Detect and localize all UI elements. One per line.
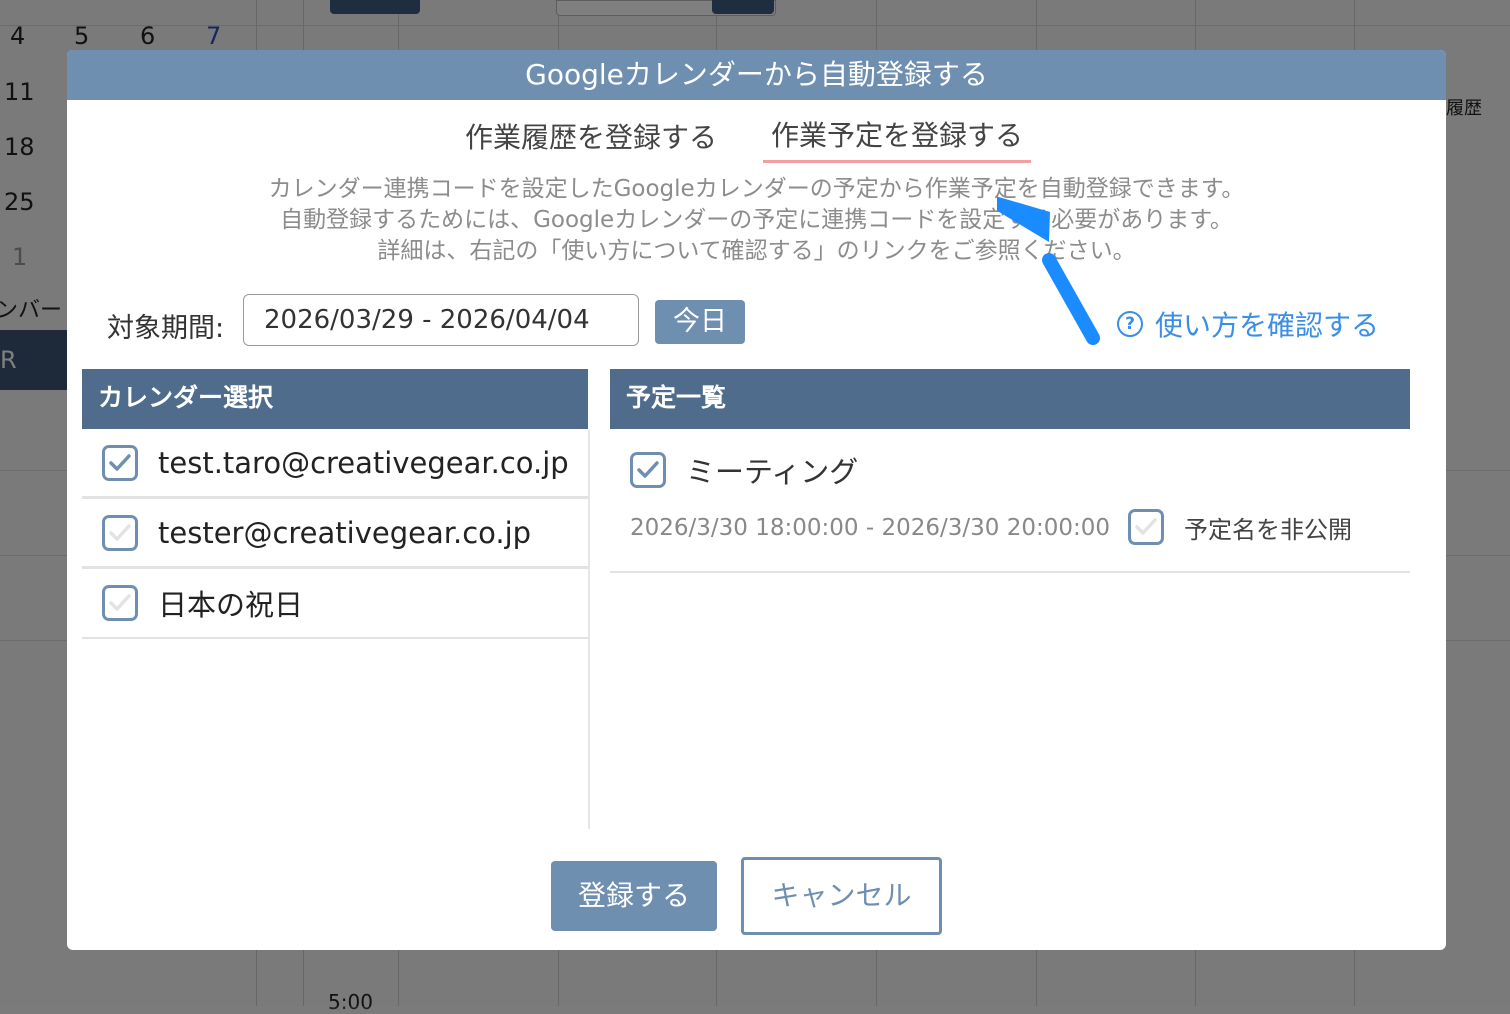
check-icon	[109, 453, 131, 471]
event-title-row[interactable]: ミーティング	[630, 449, 858, 491]
check-icon	[1135, 518, 1157, 535]
annotation-arrow-icon	[997, 196, 1100, 345]
private-label: 予定名を非公開	[1184, 515, 1352, 544]
register-button[interactable]: 登録する	[551, 861, 717, 931]
description-line: カレンダー連携コードを設定したGoogleカレンダーの予定から作業予定を自動登録…	[268, 176, 1245, 202]
private-checkbox-unchecked[interactable]	[1128, 509, 1164, 545]
description-line: 自動登録するためには、Googleカレンダーの予定に連携コードを設定する必要があ…	[280, 207, 1233, 233]
calendar-item[interactable]: test.taro@creativegear.co.jp	[82, 429, 588, 499]
calendar-checkbox-checked[interactable]	[102, 444, 138, 481]
period-date-range-input[interactable]: 2026/03/29 - 2026/04/04	[243, 294, 639, 346]
calendar-item-label: tester@creativegear.co.jp	[158, 515, 532, 550]
cancel-button[interactable]: キャンセル	[741, 857, 942, 935]
event-panel-title: 予定一覧	[610, 369, 1410, 429]
panel-divider	[588, 429, 590, 829]
event-checkbox-checked[interactable]	[630, 452, 666, 488]
check-icon	[109, 523, 131, 541]
event-item: ミーティング 2026/3/30 18:00:00 - 2026/3/30 20…	[610, 429, 1410, 573]
description: カレンダー連携コードを設定したGoogleカレンダーの予定から作業予定を自動登録…	[67, 174, 1446, 267]
today-button[interactable]: 今日	[655, 300, 745, 344]
calendar-panel-title: カレンダー選択	[82, 369, 588, 429]
calendar-checkbox-unchecked[interactable]	[102, 585, 138, 621]
tab-work-history[interactable]: 作業履歴を登録する	[457, 116, 725, 160]
period-label: 対象期間:	[107, 313, 225, 344]
calendar-item[interactable]: tester@creativegear.co.jp	[82, 499, 588, 569]
dialog-title: Googleカレンダーから自動登録する	[67, 50, 1446, 100]
help-link-label: 使い方を確認する	[1155, 309, 1380, 342]
check-icon	[109, 594, 131, 611]
calendar-item[interactable]: 日本の祝日	[82, 569, 588, 639]
calendar-item-label: 日本の祝日	[158, 588, 304, 622]
event-title: ミーティング	[686, 455, 859, 489]
calendar-item-label: test.taro@creativegear.co.jp	[158, 445, 569, 480]
event-time: 2026/3/30 18:00:00 - 2026/3/30 20:00:00	[630, 515, 1111, 541]
tab-bar: 作業履歴を登録する 作業予定を登録する	[67, 114, 1446, 164]
tab-work-schedule[interactable]: 作業予定を登録する	[763, 114, 1032, 163]
description-line: 詳細は、右記の「使い方について確認する」のリンクをご参照ください。	[377, 238, 1136, 264]
check-icon	[637, 461, 659, 478]
google-calendar-import-dialog: Googleカレンダーから自動登録する 作業履歴を登録する 作業予定を登録する …	[67, 50, 1446, 950]
calendar-checkbox-unchecked[interactable]	[102, 514, 138, 551]
event-private-toggle[interactable]: 予定名を非公開	[1128, 509, 1352, 545]
help-link[interactable]: ? 使い方を確認する	[1117, 304, 1379, 344]
